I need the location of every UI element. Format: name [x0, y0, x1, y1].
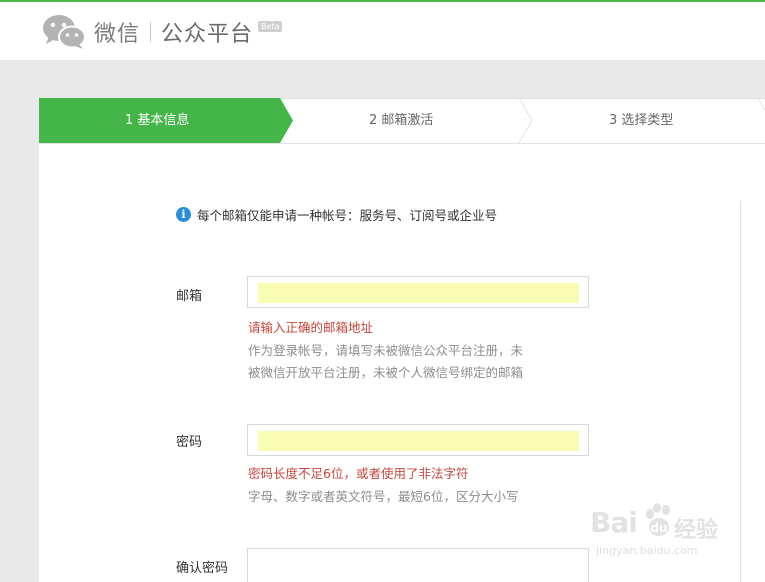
logo[interactable]: 微信 公众平台 Beta	[42, 12, 283, 52]
brand-divider	[150, 22, 152, 42]
email-label: 邮箱	[176, 289, 203, 304]
confirm-password-field-box[interactable]	[247, 548, 589, 582]
email-field-box[interactable]	[247, 276, 589, 308]
watermark-text-cn: 经验	[674, 518, 719, 543]
info-icon: i	[176, 207, 191, 222]
form-right-border	[740, 201, 741, 582]
svg-text:du: du	[650, 521, 667, 535]
step-2-email-activation: 2 邮箱激活	[369, 113, 434, 128]
confirm-password-label: 确认密码	[176, 561, 229, 576]
step-progress-bar: 1 基本信息 2 邮箱激活 3 选择类型	[39, 98, 765, 144]
email-hint-line: 作为登录帐号，请填写未被微信公众平台注册，未	[248, 343, 524, 358]
wechat-logo-icon	[43, 15, 86, 49]
password-hint: 字母、数字或者英文符号，最短6位，区分大小写	[248, 489, 519, 504]
password-input[interactable]	[258, 431, 579, 451]
watermark-text: Bai	[590, 506, 638, 539]
confirm-password-input[interactable]	[258, 555, 579, 575]
baidu-paw-icon: du	[646, 503, 670, 536]
email-hint-line: 被微信开放平台注册，未被个人微信号绑定的邮箱	[248, 365, 524, 380]
product-name: 公众平台	[161, 22, 254, 47]
notice-text: 每个邮箱仅能申请一种帐号：服务号、订阅号或企业号	[197, 208, 498, 223]
password-field-box[interactable]	[247, 424, 589, 456]
step-3-choose-type: 3 选择类型	[609, 113, 674, 128]
brand-name: 微信	[94, 22, 141, 47]
email-input[interactable]	[258, 283, 579, 303]
top-header: 微信 公众平台 Beta	[0, 0, 765, 60]
email-error: 请输入正确的邮箱地址	[248, 320, 374, 335]
password-error: 密码长度不足6位，或者使用了非法字符	[248, 466, 469, 481]
account-notice: i 每个邮箱仅能申请一种帐号：服务号、订阅号或企业号	[176, 205, 497, 224]
step-1-basic-info: 1 基本信息	[125, 113, 190, 128]
step-divider	[757, 98, 765, 111]
password-label: 密码	[176, 435, 203, 450]
email-hint: 作为登录帐号，请填写未被微信公众平台注册，未 被微信开放平台注册，未被个人微信号…	[248, 340, 578, 384]
step-divider	[518, 98, 533, 144]
watermark-url: jingyan.baidu.com	[596, 544, 698, 557]
baidu-watermark: Bai du 经验 jingyan.baidu.com	[586, 498, 726, 568]
beta-badge: Beta	[258, 20, 283, 32]
